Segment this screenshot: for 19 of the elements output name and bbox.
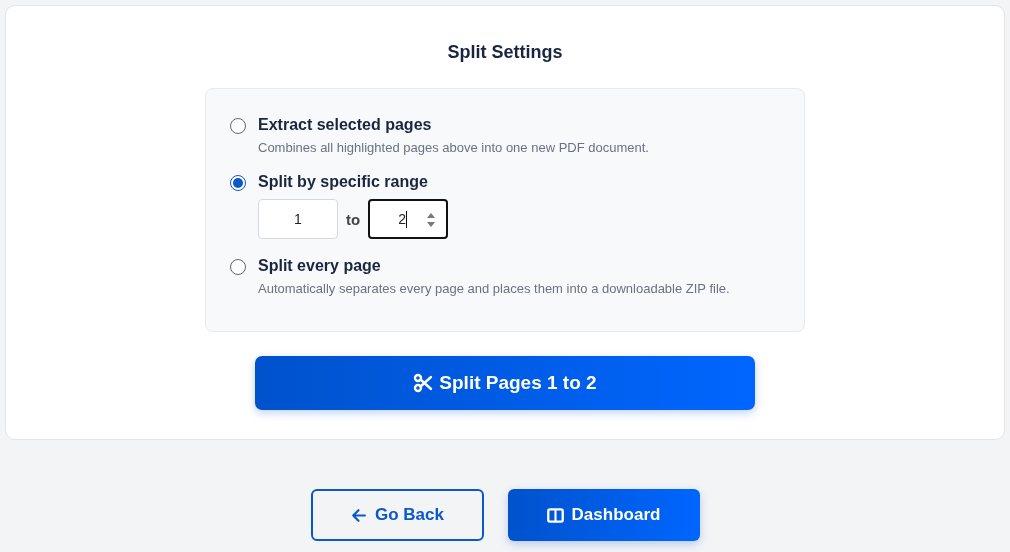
dashboard-button[interactable]: Dashboard [507,489,700,541]
range-separator: to [346,210,361,228]
option-description: Combines all highlighted pages above into one new PDF document. [258,140,649,155]
scissors-icon [413,373,434,393]
option-label[interactable]: Extract selected pages [258,116,649,134]
back-button[interactable]: Go Back [310,489,484,541]
option-label[interactable]: Split by specific range [258,173,449,191]
spinner-icon[interactable] [426,211,437,229]
split-button[interactable]: Split Pages 1 to 2 [255,356,755,410]
option-description: Automatically separates every page and places them into a downloadable ZIP file. [258,281,730,296]
radio-button[interactable] [230,259,246,275]
section-title: Split Settings [447,42,563,63]
radio-button[interactable] [230,118,246,134]
columns-icon [546,506,564,524]
number-field[interactable]: 1 [258,199,338,239]
radio-button[interactable] [230,175,246,191]
number-field[interactable]: 2 [368,199,449,239]
option-label[interactable]: Split every page [258,257,730,275]
arrow-left-icon [350,506,367,524]
